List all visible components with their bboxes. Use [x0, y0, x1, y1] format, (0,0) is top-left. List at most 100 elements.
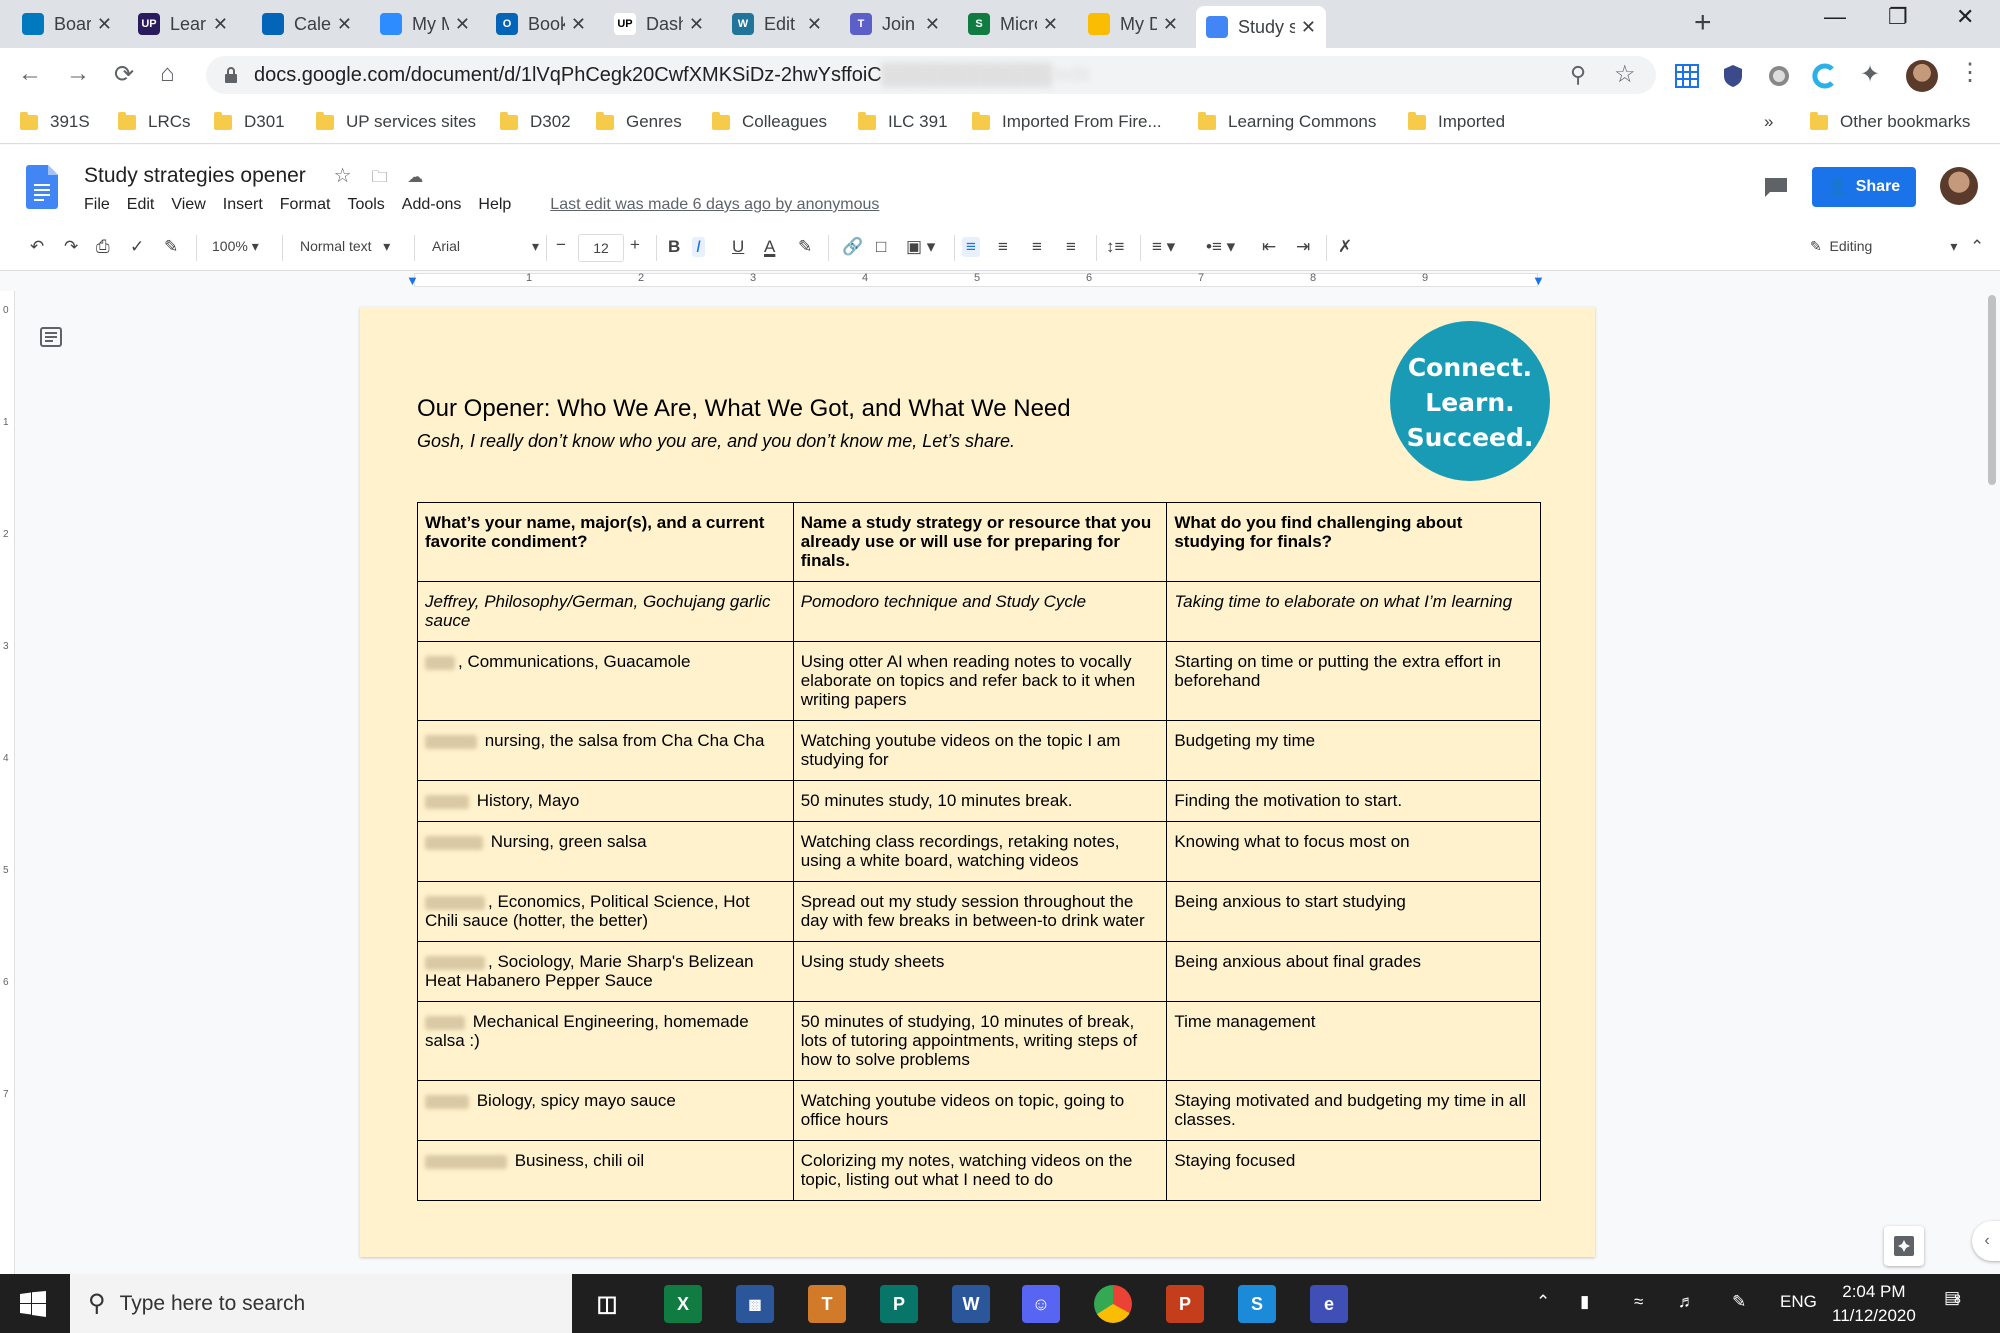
close-tab-icon[interactable]: ✕ [807, 14, 822, 35]
table-cell[interactable]: , Communications, Guacamole [417, 641, 794, 721]
share-button[interactable]: 👤 Share [1812, 167, 1916, 207]
chrome-icon[interactable] [1094, 1285, 1132, 1323]
table-cell[interactable]: Spread out my study session throughout t… [792, 881, 1168, 942]
table-cell[interactable]: Staying motivated and budgeting my time … [1166, 1080, 1541, 1141]
home-icon[interactable]: ⌂ [160, 60, 175, 88]
last-edit-link[interactable]: Last edit was made 6 days ago by anonymo… [550, 196, 879, 214]
close-tab-icon[interactable]: ✕ [1163, 14, 1178, 35]
numbered-list-icon[interactable]: ≡ ▾ [1152, 237, 1175, 257]
table-cell[interactable]: History, Mayo [417, 780, 794, 822]
c-extension-icon[interactable] [1812, 63, 1838, 89]
close-tab-icon[interactable]: ✕ [925, 14, 940, 35]
close-tab-icon[interactable]: ✕ [1301, 17, 1316, 38]
increase-font-size-button[interactable]: + [630, 235, 640, 255]
table-cell[interactable]: Staying focused [1166, 1140, 1541, 1201]
table-cell[interactable]: Being anxious about final grades [1166, 941, 1541, 1002]
edge-icon[interactable]: e [1310, 1285, 1348, 1323]
pen-icon[interactable]: ✎ [1732, 1292, 1746, 1312]
close-window-button[interactable]: ✕ [1956, 4, 1974, 30]
word-icon[interactable]: W [952, 1285, 990, 1323]
table-cell[interactable]: Jeffrey, Philosophy/German, Gochujang ga… [417, 581, 794, 642]
close-tab-icon[interactable]: ✕ [97, 14, 112, 35]
italic-button[interactable]: I [692, 237, 705, 257]
menu-addons[interactable]: Add-ons [402, 196, 462, 214]
document-outline-icon[interactable] [40, 327, 62, 347]
menu-tools[interactable]: Tools [347, 196, 384, 214]
bookmark-folder[interactable]: D301 [214, 111, 285, 132]
table-cell[interactable]: Taking time to elaborate on what I’m lea… [1166, 581, 1541, 642]
minimize-button[interactable]: — [1824, 4, 1846, 30]
document-page[interactable]: Connect. Learn. Succeed. Our Opener: Who… [360, 307, 1595, 1257]
add-comment-icon[interactable]: □ [876, 237, 886, 257]
header-cell-strategy[interactable]: Name a study strategy or resource that y… [792, 502, 1168, 582]
table-cell[interactable]: Business, chili oil [417, 1140, 794, 1201]
menu-insert[interactable]: Insert [223, 196, 263, 214]
header-cell-challenge[interactable]: What do you find challenging about study… [1166, 502, 1541, 582]
move-folder-icon[interactable]: 🗀 [371, 169, 387, 186]
shield-extension-icon[interactable] [1720, 63, 1746, 89]
table-cell[interactable]: , Economics, Political Science, Hot Chil… [417, 881, 794, 942]
bookmark-folder[interactable]: Imported [1408, 111, 1505, 132]
menu-help[interactable]: Help [478, 196, 511, 214]
wifi-icon[interactable]: ≈ [1634, 1292, 1643, 1312]
star-icon[interactable]: ☆ [334, 165, 352, 187]
link-icon[interactable]: 🔗 [842, 237, 863, 257]
paint-format-icon[interactable]: ✎ [164, 237, 178, 257]
close-tab-icon[interactable]: ✕ [571, 14, 586, 35]
bookmark-folder[interactable]: Genres [596, 111, 682, 132]
bookmarks-overflow-button[interactable]: » [1764, 112, 1773, 132]
close-tab-icon[interactable]: ✕ [213, 14, 228, 35]
table-cell[interactable]: Colorizing my notes, watching videos on … [792, 1140, 1168, 1201]
increase-indent-icon[interactable]: ⇥ [1296, 237, 1310, 257]
table-cell[interactable]: Watching class recordings, retaking note… [792, 821, 1168, 882]
discord-icon[interactable]: ☺ [1022, 1285, 1060, 1323]
browser-tab[interactable]: UP Learnin ✕ [128, 6, 238, 42]
task-view-icon[interactable]: ◫ [588, 1285, 626, 1323]
excel-icon[interactable]: X [664, 1285, 702, 1323]
powerpoint-icon[interactable]: P [1166, 1285, 1204, 1323]
undo-icon[interactable]: ↶ [30, 237, 44, 257]
taskbar-search[interactable]: ⚲ Type here to search [70, 1274, 572, 1333]
justify-icon[interactable]: ≡ [1066, 237, 1076, 257]
sway-icon[interactable]: S [1238, 1285, 1276, 1323]
table-cell[interactable]: Starting on time or putting the extra ef… [1166, 641, 1541, 721]
puzzle-extensions-icon[interactable]: ✦ [1860, 60, 1880, 89]
volume-icon[interactable]: ♬ [1678, 1292, 1695, 1312]
bold-button[interactable]: B [668, 237, 680, 257]
close-tab-icon[interactable]: ✕ [1043, 14, 1058, 35]
bookmark-folder[interactable]: LRCs [118, 111, 191, 132]
zoom-select[interactable]: 100% ▾ [212, 238, 259, 255]
scroll-thumb[interactable] [1988, 295, 1996, 485]
forward-arrow-icon[interactable]: → [66, 60, 90, 88]
vertical-scrollbar[interactable] [1984, 291, 2000, 1274]
spellcheck-icon[interactable]: ✓ [130, 237, 144, 257]
table-cell[interactable]: nursing, the salsa from Cha Cha Cha [417, 720, 794, 781]
table-cell[interactable]: Using otter AI when reading notes to voc… [792, 641, 1168, 721]
restore-button[interactable]: ❐ [1888, 4, 1908, 30]
cloud-status-icon[interactable]: ☁ [407, 169, 423, 186]
table-cell[interactable]: Nursing, green salsa [417, 821, 794, 882]
bulleted-list-icon[interactable]: •≡ ▾ [1206, 237, 1235, 257]
back-arrow-icon[interactable]: ← [18, 60, 42, 88]
highlight-icon[interactable]: ✎ [798, 237, 812, 257]
profile-avatar[interactable] [1906, 60, 1938, 92]
browser-menu-icon[interactable]: ⋮ [1958, 58, 1982, 87]
bookmark-folder[interactable]: UP services sites [316, 111, 476, 132]
battery-icon[interactable]: ▮ [1580, 1292, 1589, 1312]
decrease-indent-icon[interactable]: ⇤ [1262, 237, 1276, 257]
reload-icon[interactable]: ⟳ [114, 60, 134, 89]
table-cell[interactable]: Finding the motivation to start. [1166, 780, 1541, 822]
bookmark-folder[interactable]: Imported From Fire... [972, 111, 1162, 132]
browser-tab[interactable]: Boards ✕ [12, 6, 122, 42]
language-indicator[interactable]: ENG [1780, 1292, 1817, 1312]
show-hidden-icons-icon[interactable]: ⌃ [1536, 1292, 1550, 1312]
vertical-ruler[interactable]: 0 1 2 3 4 5 6 7 [0, 291, 15, 1274]
table-cell[interactable]: , Sociology, Marie Sharp's Belizean Heat… [417, 941, 794, 1002]
editing-mode-select[interactable]: ✎ Editing ▾ [1810, 238, 1957, 255]
remote-desktop-icon[interactable]: ▩ [736, 1285, 774, 1323]
explore-button[interactable] [1884, 1226, 1924, 1266]
table-cell[interactable]: Watching youtube videos on the topic I a… [792, 720, 1168, 781]
table-cell[interactable]: Knowing what to focus most on [1166, 821, 1541, 882]
left-indent-marker[interactable]: ▼ [406, 273, 419, 288]
browser-tab[interactable]: T Join co ✕ [840, 6, 950, 42]
